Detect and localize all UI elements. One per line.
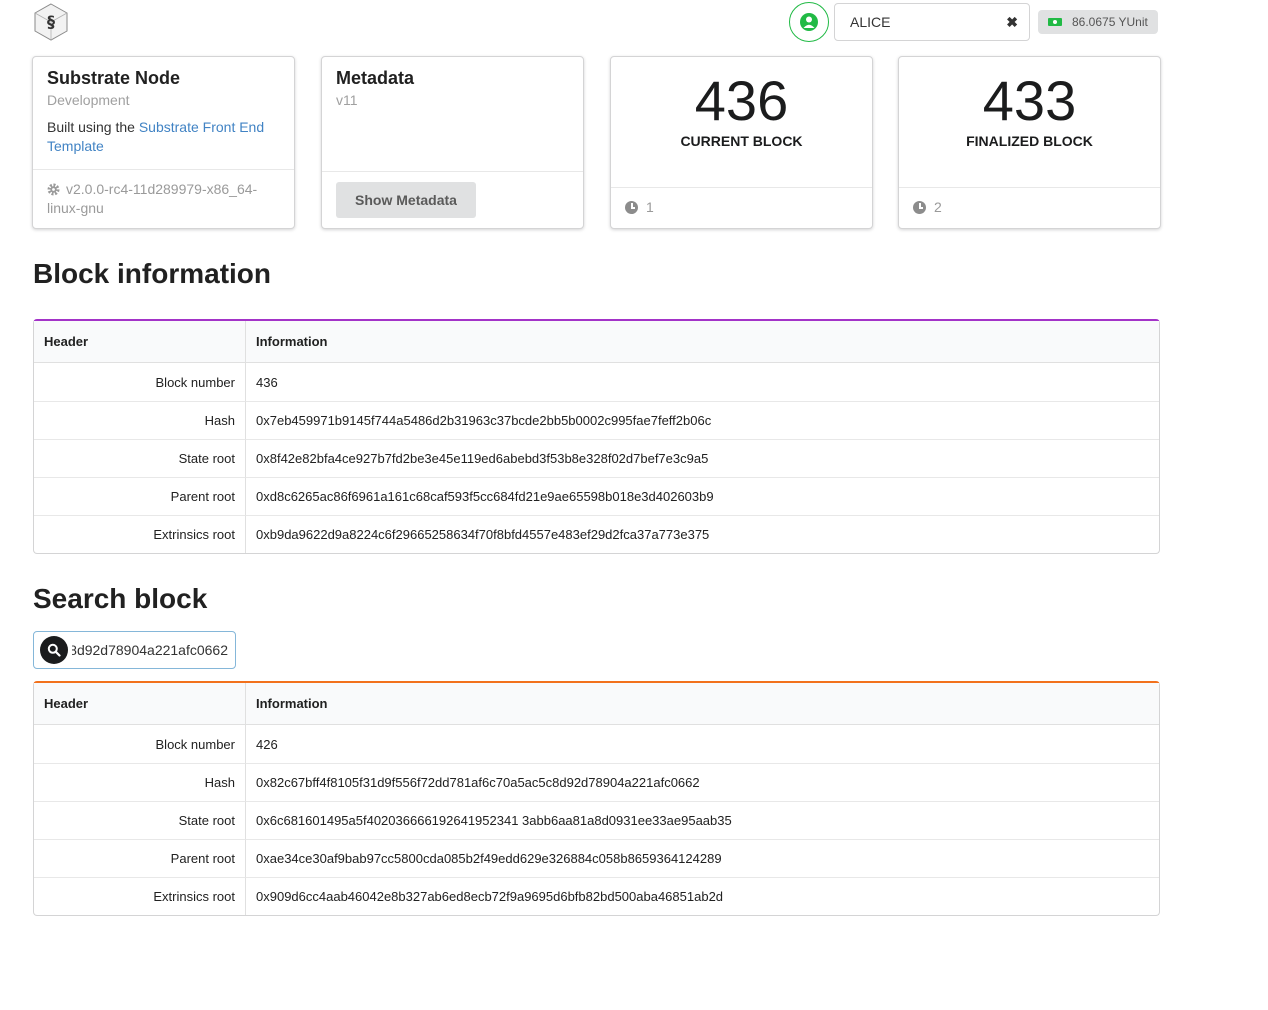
block-information-heading: Block information [33, 258, 272, 289]
table-row: Parent root 0xd8c6265ac86f6961a161c68caf… [34, 477, 1159, 515]
row-label: Hash [34, 401, 246, 439]
finalized-block-label: Finalized Block [966, 133, 1093, 149]
account-name: ALICE [850, 14, 891, 30]
column-header: Header [34, 321, 246, 363]
search-input[interactable] [70, 641, 230, 659]
table-row: Block number 426 [34, 725, 1159, 763]
gear-icon [47, 182, 60, 196]
clock-icon [625, 201, 638, 214]
money-icon [1048, 18, 1062, 26]
row-label: Block number [34, 363, 246, 401]
search-result-table: Header Information Block number 426 Hash… [33, 681, 1160, 916]
column-information: Information [246, 321, 1159, 363]
node-version: v2.0.0-rc4-11d289979-x86_64-linux-gnu [33, 169, 294, 228]
finalized-block-number: 433 [982, 69, 1077, 132]
row-label: State root [34, 801, 246, 839]
row-value: 0x6c681601495a5f402036666192641952341 3a… [246, 801, 1159, 839]
search-button[interactable] [40, 636, 68, 664]
table-row: Extrinsics root 0x909d6cc4aab46042e8b327… [34, 877, 1159, 915]
svg-text:§: § [47, 12, 55, 31]
current-block-label: Current Block [680, 133, 803, 149]
table-row: Hash 0x7eb459971b9145f744a5486d2b31963c3… [34, 401, 1159, 439]
current-block-card: 436 Current Block 1 [610, 56, 873, 229]
row-label: Parent root [34, 839, 246, 877]
row-value: 0x8f42e82bfa4ce927b7fd2be3e45e119ed6abeb… [246, 439, 1159, 477]
row-value: 436 [256, 374, 278, 390]
node-description: Built using the Substrate Front End Temp… [47, 118, 280, 156]
node-chain: Development [47, 92, 130, 108]
row-label: Block number [34, 725, 246, 763]
metadata-version: v11 [336, 92, 358, 108]
table-row: Extrinsics root 0xb9da9622d9a8224c6f2966… [34, 515, 1159, 553]
row-value: 0x82c67bff4f8105f31d9f556f72dd781af6c70a… [246, 763, 1159, 801]
row-label: Parent root [34, 477, 246, 515]
metadata-title: Metadata [336, 68, 415, 88]
close-icon[interactable]: ✖ [1006, 14, 1018, 31]
row-label: Extrinsics root [34, 515, 246, 553]
row-value: 0xb9da9622d9a8224c6f29665258634f70f8bfd4… [246, 515, 1159, 553]
table-row: Parent root 0xae34ce30af9bab97cc5800cda0… [34, 839, 1159, 877]
finalized-block-card: 433 Finalized Block 2 [898, 56, 1161, 229]
column-information: Information [246, 683, 1159, 725]
finalized-block-timer: 2 [934, 199, 942, 215]
node-version-text: v2.0.0-rc4-11d289979-x86_64-linux-gnu [47, 181, 258, 216]
block-information-table: Header Information Block number 436 Hash… [33, 319, 1160, 554]
table-row: Hash 0x82c67bff4f8105f31d9f556f72dd781af… [34, 763, 1159, 801]
user-icon [800, 13, 818, 31]
description-text: Built using the [47, 119, 139, 135]
metadata-card: Metadata v11 Show Metadata [321, 56, 584, 229]
row-value: 0x7eb459971b9145f744a5486d2b31963c37bcde… [246, 401, 1159, 439]
substrate-logo-icon: § [33, 3, 69, 41]
search-icon [47, 643, 61, 657]
row-value: 0x909d6cc4aab46042e8b327ab6ed8ecb72f9a96… [246, 877, 1159, 915]
row-value: 0xae34ce30af9bab97cc5800cda085b2f49edd62… [246, 839, 1159, 877]
search-field [33, 631, 236, 669]
balance-value: 86.0675 YUnit [1072, 15, 1148, 29]
row-value: 426 [256, 736, 278, 752]
show-metadata-button[interactable]: Show Metadata [336, 182, 476, 218]
table-row: Block number 436 [34, 363, 1159, 401]
account-selector[interactable]: ALICE ✖ [834, 3, 1030, 41]
row-label: State root [34, 439, 246, 477]
account-icon-button[interactable] [789, 2, 829, 42]
row-label: Extrinsics root [34, 877, 246, 915]
table-row: State root 0x6c681601495a5f4020366661926… [34, 801, 1159, 839]
search-block-heading: Search block [33, 583, 208, 614]
balance-label: 86.0675 YUnit [1038, 10, 1158, 34]
row-label: Hash [34, 763, 246, 801]
row-value: 0xd8c6265ac86f6961a161c68caf593f5cc684fd… [246, 477, 1159, 515]
current-block-number: 436 [694, 69, 789, 132]
clock-icon [913, 201, 926, 214]
node-info-card: Substrate Node Development Built using t… [32, 56, 295, 229]
node-title: Substrate Node [47, 68, 181, 88]
current-block-timer: 1 [646, 199, 654, 215]
column-header: Header [34, 683, 246, 725]
table-row: State root 0x8f42e82bfa4ce927b7fd2be3e45… [34, 439, 1159, 477]
